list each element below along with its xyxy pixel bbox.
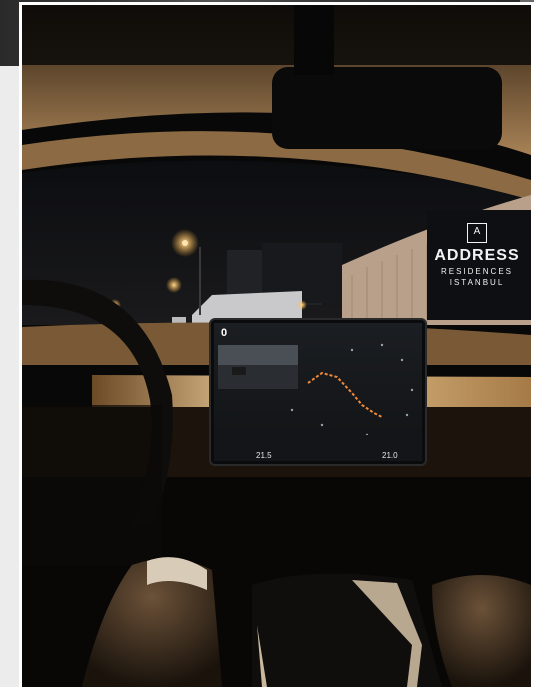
screen-speed: 0 (221, 327, 228, 339)
sign-logo-icon: A (467, 223, 487, 243)
sign-brand-line: ADDRESS (434, 247, 520, 264)
sign-sub-line-2: ISTANBUL (449, 278, 505, 287)
sign-sub-line-1: RESIDENCES (440, 267, 513, 276)
car-interior-photo: A ADDRESS RESIDENCES ISTANBUL 0 21.5 21.… (22, 5, 531, 687)
photo-frame: A ADDRESS RESIDENCES ISTANBUL 0 21.5 21.… (20, 3, 533, 687)
center-touchscreen (209, 318, 427, 466)
screen-temp-left: 21.5 (256, 451, 272, 460)
photo-scene (22, 5, 531, 687)
address-sign: A ADDRESS RESIDENCES ISTANBUL (427, 215, 527, 315)
screen-temp-right: 21.0 (382, 451, 398, 460)
